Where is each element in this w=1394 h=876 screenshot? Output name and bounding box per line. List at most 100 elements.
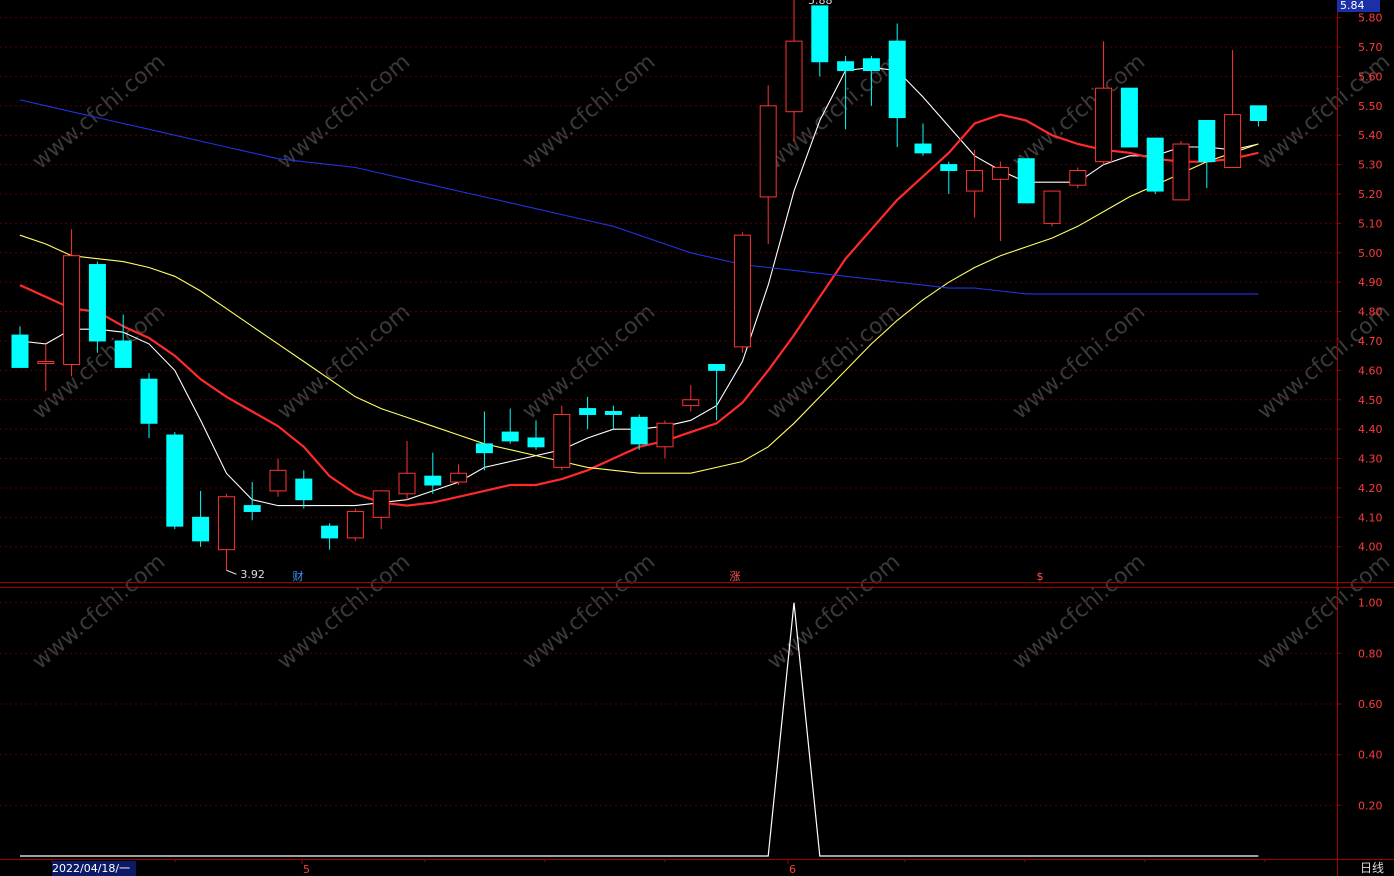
candle[interactable] xyxy=(733,232,751,353)
candle[interactable] xyxy=(1198,120,1216,189)
candle[interactable] xyxy=(1120,87,1138,148)
price-tick-label: 4.00 xyxy=(1358,541,1383,554)
price-tick-label: 5.40 xyxy=(1358,129,1383,142)
candle[interactable] xyxy=(37,343,55,391)
candle[interactable] xyxy=(811,5,829,77)
candle[interactable] xyxy=(553,405,571,471)
event-marker: 涨 xyxy=(730,570,741,583)
event-marker: $ xyxy=(1037,570,1044,583)
candle-body xyxy=(295,478,313,501)
candle-body xyxy=(604,411,622,415)
candle[interactable] xyxy=(579,396,597,430)
chart-stage: www.cfchi.com www.cfchi.com www.cfchi.com w… xyxy=(0,0,1394,876)
candle[interactable] xyxy=(527,420,545,450)
candle[interactable] xyxy=(888,23,906,147)
candle[interactable] xyxy=(1069,167,1087,189)
candle-body xyxy=(1249,105,1267,122)
candle[interactable] xyxy=(166,432,184,530)
candle[interactable] xyxy=(217,493,235,571)
month-label: 5 xyxy=(303,863,310,876)
candle[interactable] xyxy=(914,123,932,156)
candle[interactable] xyxy=(63,229,81,377)
watermark-text: www.cfchi.com xyxy=(518,299,660,424)
candle[interactable] xyxy=(708,363,726,421)
candle-body xyxy=(527,437,545,448)
watermark-text: www.cfchi.com xyxy=(763,549,905,674)
candle[interactable] xyxy=(1043,190,1061,227)
candle[interactable] xyxy=(991,161,1009,242)
candle-body xyxy=(553,413,571,468)
event-marker: 财 xyxy=(293,569,304,583)
candle[interactable] xyxy=(1095,41,1113,165)
candle[interactable] xyxy=(1172,141,1190,201)
candle[interactable] xyxy=(424,452,442,494)
watermark-text: www.cfchi.com xyxy=(518,49,660,174)
price-tick-label: 5.50 xyxy=(1358,100,1383,113)
watermark-text: www.cfchi.com xyxy=(273,49,415,174)
candle-body xyxy=(37,361,55,365)
watermark-text: www.cfchi.com xyxy=(518,549,660,674)
candle[interactable] xyxy=(940,161,958,194)
candle[interactable] xyxy=(1249,105,1267,127)
price-tick-label: 5.80 xyxy=(1358,12,1383,25)
candle[interactable] xyxy=(501,408,519,444)
candle-body xyxy=(785,40,803,113)
candle[interactable] xyxy=(656,420,674,459)
watermark-text: www.cfchi.com xyxy=(1008,549,1150,674)
indicator-tick-label: 0.60 xyxy=(1358,698,1383,711)
candle[interactable] xyxy=(321,523,339,550)
price-tick-label: 5.20 xyxy=(1358,188,1383,201)
candle-body xyxy=(501,431,519,442)
candle-body xyxy=(708,363,726,371)
candle-body xyxy=(888,40,906,119)
candle[interactable] xyxy=(475,411,493,471)
candle[interactable] xyxy=(192,490,210,547)
candle[interactable] xyxy=(450,464,468,485)
candle-body xyxy=(579,408,597,415)
price-tick-label: 4.40 xyxy=(1358,423,1383,436)
indicator-line xyxy=(20,602,1259,857)
month-label: 6 xyxy=(789,863,796,876)
candle[interactable] xyxy=(346,508,364,541)
low-pointer xyxy=(226,569,237,575)
candle[interactable] xyxy=(604,405,622,430)
candle[interactable] xyxy=(1224,49,1242,169)
watermark-layer: www.cfchi.com www.cfchi.com www.cfchi.com w… xyxy=(28,49,1394,674)
candle-body xyxy=(630,416,648,445)
date-cursor-label[interactable]: 2022/04/18/一 xyxy=(52,861,136,876)
candle[interactable] xyxy=(785,0,803,142)
candle-body xyxy=(166,434,184,527)
candle[interactable] xyxy=(140,373,158,438)
candle[interactable] xyxy=(372,490,390,530)
candle[interactable] xyxy=(1146,137,1164,194)
price-tick-label: 4.20 xyxy=(1358,482,1383,495)
watermark-text: www.cfchi.com xyxy=(28,549,170,674)
candle-body xyxy=(346,510,364,539)
candle[interactable] xyxy=(269,458,287,497)
candle[interactable] xyxy=(759,85,777,244)
high-label: 5.88 xyxy=(808,0,833,7)
price-tick-label: 5.70 xyxy=(1358,41,1383,54)
candle-body xyxy=(862,58,880,72)
candle[interactable] xyxy=(966,149,984,218)
candle-body xyxy=(321,525,339,539)
price-tick-label: 4.70 xyxy=(1358,335,1383,348)
low-label: 3.92 xyxy=(240,568,265,581)
candle-body xyxy=(682,399,700,407)
candle[interactable] xyxy=(88,261,106,353)
price-tick-label: 4.50 xyxy=(1358,394,1383,407)
candle[interactable] xyxy=(295,470,313,509)
indicator-panel[interactable] xyxy=(20,602,1259,857)
period-label[interactable]: 日线 xyxy=(1360,861,1384,876)
price-tick-label: 4.90 xyxy=(1358,276,1383,289)
price-tick-label: 5.30 xyxy=(1358,159,1383,172)
candle-body xyxy=(1043,190,1061,224)
watermark-text: www.cfchi.com xyxy=(28,49,170,174)
candle-body xyxy=(63,255,81,365)
candle[interactable] xyxy=(11,326,29,368)
candle[interactable] xyxy=(682,385,700,412)
candle-body xyxy=(1172,143,1190,201)
price-tick-label: 4.60 xyxy=(1358,364,1383,377)
candle[interactable] xyxy=(398,440,416,500)
candle[interactable] xyxy=(1017,158,1035,204)
